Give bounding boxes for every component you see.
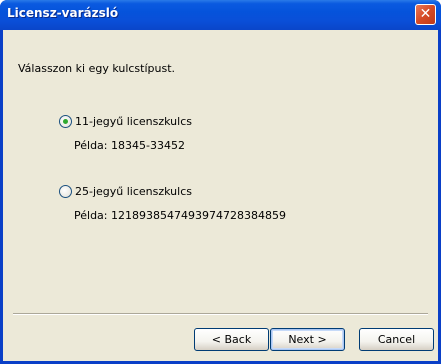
example-25-digit: Példa: 1218938547493974728384859 [74,209,286,222]
title-bar[interactable]: Licensz-varázsló ✕ [0,0,441,30]
separator [13,313,428,315]
cancel-button[interactable]: Cancel [359,328,434,351]
close-icon[interactable]: ✕ [415,4,436,25]
option-11-digit-label: 11-jegyű licenszkulcs [75,115,192,128]
prompt-text: Válasszon ki egy kulcstípust. [18,62,176,75]
back-button[interactable]: < Back [194,328,269,351]
license-wizard-window: Licensz-varázsló ✕ Válasszon ki egy kulc… [0,0,441,364]
window-title: Licensz-varázsló [7,6,119,20]
next-button[interactable]: Next > [270,328,345,351]
radio-25-digit[interactable] [59,185,72,198]
option-11-digit[interactable]: 11-jegyű licenszkulcs [59,115,192,128]
radio-11-digit[interactable] [59,115,72,128]
dialog-body: Válasszon ki egy kulcstípust. 11-jegyű l… [3,30,438,361]
example-11-digit: Példa: 18345-33452 [74,139,185,152]
option-25-digit-label: 25-jegyű licenszkulcs [75,185,192,198]
option-25-digit[interactable]: 25-jegyű licenszkulcs [59,185,192,198]
